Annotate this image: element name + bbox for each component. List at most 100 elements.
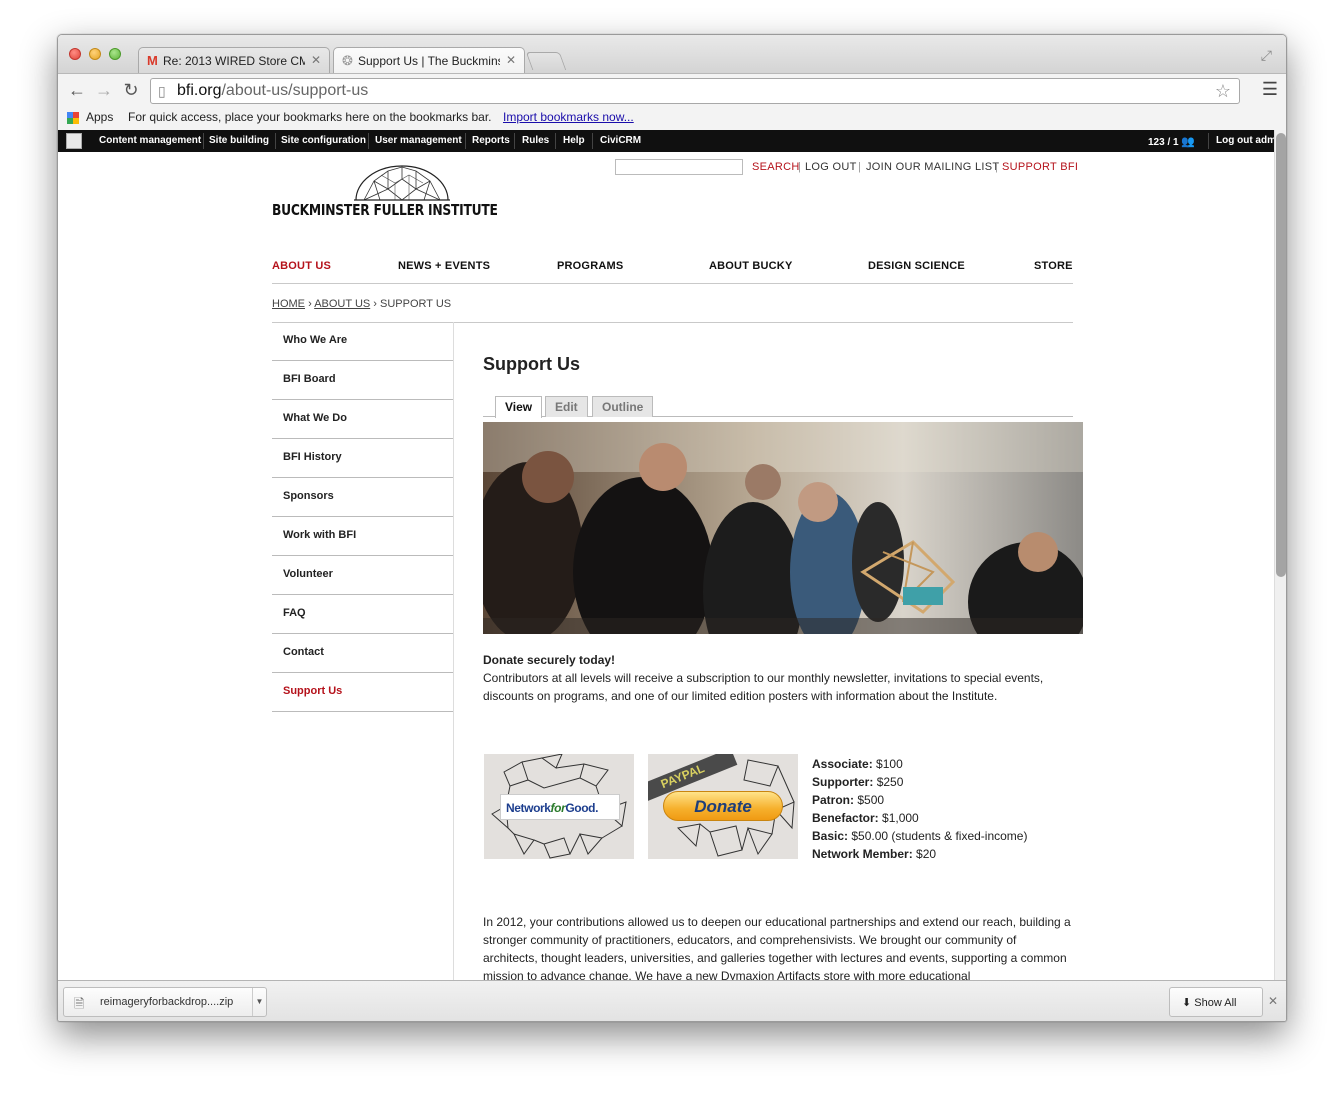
address-bar[interactable]: ▯ bfi.org/about-us/support-us ☆ — [150, 78, 1240, 104]
sidebar-item-bfi-board[interactable]: BFI Board — [272, 361, 454, 400]
users-icon: 👥 — [1181, 136, 1196, 148]
nav-store[interactable]: STORE — [1034, 260, 1073, 272]
level-name: Associate: — [812, 757, 873, 771]
user-count-text: 123 / 1 — [1148, 137, 1179, 148]
level-amount: $1,000 — [882, 811, 919, 825]
paypal-donate-button[interactable]: PAYPAL Donate — [648, 754, 798, 859]
admin-logout[interactable]: Log out adm — [1216, 135, 1276, 146]
import-bookmarks-link[interactable]: Import bookmarks now... — [503, 110, 634, 124]
sidebar-item-support-us[interactable]: Support Us — [272, 673, 454, 712]
sidebar-item-bfi-history[interactable]: BFI History — [272, 439, 454, 478]
close-download-bar-icon[interactable]: ✕ — [1268, 994, 1278, 1008]
sidebar-item-what-we-do[interactable]: What We Do — [272, 400, 454, 439]
search-link[interactable]: SEARCH — [752, 161, 800, 173]
report-paragraph: In 2012, your contributions allowed us t… — [483, 915, 1071, 980]
page-tabs: View Edit Outline — [483, 396, 1073, 418]
network-for-good-button[interactable]: NetworkforGood. — [484, 754, 634, 859]
nav-programs[interactable]: PROGRAMS — [557, 260, 623, 272]
util-separator: | — [995, 161, 998, 173]
donate-heading: Donate securely today! — [483, 653, 616, 667]
level-row: Associate: $100 — [812, 755, 1027, 773]
mailing-list-link[interactable]: JOIN OUR MAILING LIST — [866, 161, 999, 173]
sidebar-item-work-with-bfi[interactable]: Work with BFI — [272, 517, 454, 556]
chevron-down-icon[interactable]: ▼ — [252, 988, 266, 1016]
scrollbar-thumb[interactable] — [1276, 133, 1286, 577]
show-all-label: Show All — [1194, 997, 1237, 1009]
admin-civicrm[interactable]: CiviCRM — [600, 135, 641, 146]
level-name: Network Member: — [812, 847, 913, 861]
nav-news-events[interactable]: NEWS + EVENTS — [398, 260, 490, 272]
event-photo — [483, 422, 1083, 634]
breadcrumb-home[interactable]: HOME — [272, 298, 305, 310]
admin-separator — [203, 133, 204, 149]
nav-about-bucky[interactable]: ABOUT BUCKY — [709, 260, 792, 272]
tab-edit[interactable]: Edit — [545, 396, 588, 417]
back-button[interactable]: ← — [66, 80, 88, 101]
sidebar-item-who-we-are[interactable]: Who We Are — [272, 322, 454, 361]
level-name: Supporter: — [812, 775, 874, 789]
support-bfi-link[interactable]: SUPPORT BFI — [1002, 161, 1078, 173]
level-name: Basic: — [812, 829, 849, 843]
sidebar-item-volunteer[interactable]: Volunteer — [272, 556, 454, 595]
fullscreen-icon[interactable]: ⤢ — [1261, 47, 1272, 64]
level-amount: $20 — [916, 847, 937, 861]
donate-button-label: Donate — [663, 791, 783, 821]
admin-separator — [275, 133, 276, 149]
admin-home-icon[interactable] — [66, 133, 82, 149]
search-input[interactable] — [615, 159, 743, 175]
minimize-window-button[interactable] — [89, 48, 101, 60]
apps-grid-icon[interactable] — [67, 112, 79, 124]
sidebar-item-contact[interactable]: Contact — [272, 634, 454, 673]
show-all-downloads-button[interactable]: ⬇ Show All — [1169, 987, 1263, 1017]
admin-help[interactable]: Help — [563, 135, 585, 146]
download-item[interactable]: 🗎 reimageryforbackdrop....zip ▼ — [63, 987, 267, 1017]
sidebar-nav: Who We Are BFI Board What We Do BFI Hist… — [272, 322, 454, 712]
browser-tab-gmail[interactable]: M Re: 2013 WIRED Store CMS ✕ — [138, 47, 330, 73]
breadcrumb-about-us[interactable]: ABOUT US — [314, 298, 370, 310]
close-tab-icon[interactable]: ✕ — [311, 53, 321, 67]
page-icon: ▯ — [158, 83, 166, 99]
admin-rules[interactable]: Rules — [522, 135, 549, 146]
new-tab-button[interactable] — [525, 52, 567, 70]
logout-link[interactable]: LOG OUT — [805, 161, 857, 173]
reload-button[interactable]: ↻ — [120, 80, 142, 101]
breadcrumb: HOME › ABOUT US › SUPPORT US — [272, 298, 451, 310]
bfi-dome-logo-icon[interactable] — [354, 165, 450, 201]
page-scrollbar[interactable] — [1274, 130, 1286, 980]
level-row: Patron: $500 — [812, 791, 1027, 809]
admin-content-management[interactable]: Content management — [99, 135, 201, 146]
admin-separator — [1208, 133, 1209, 149]
nav-design-science[interactable]: DESIGN SCIENCE — [868, 260, 965, 272]
admin-reports[interactable]: Reports — [472, 135, 510, 146]
sidebar-item-sponsors[interactable]: Sponsors — [272, 478, 454, 517]
sidebar-item-faq[interactable]: FAQ — [272, 595, 454, 634]
tab-view[interactable]: View — [495, 396, 543, 418]
zoom-window-button[interactable] — [109, 48, 121, 60]
tab-outline[interactable]: Outline — [592, 396, 654, 417]
forward-button[interactable]: → — [93, 80, 115, 101]
admin-site-configuration[interactable]: Site configuration — [281, 135, 366, 146]
chrome-menu-icon[interactable]: ☰ — [1262, 79, 1278, 100]
browser-window: M Re: 2013 WIRED Store CMS ✕ ❂ Support U… — [57, 34, 1287, 1022]
admin-site-building[interactable]: Site building — [209, 135, 269, 146]
close-window-button[interactable] — [69, 48, 81, 60]
nav-divider — [272, 283, 1073, 284]
level-amount: $100 — [876, 757, 903, 771]
logo-text[interactable]: BUCKMINSTER FULLER INSTITUTE — [272, 201, 498, 219]
bookmark-star-icon[interactable]: ☆ — [1215, 81, 1231, 102]
nav-about-us[interactable]: ABOUT US — [272, 260, 331, 272]
apps-label[interactable]: Apps — [86, 110, 113, 124]
close-tab-icon[interactable]: ✕ — [506, 53, 516, 67]
donate-intro: Donate securely today! Contributors at a… — [483, 651, 1063, 705]
browser-tab-support-us[interactable]: ❂ Support Us | The Buckminster ✕ — [333, 47, 525, 73]
breadcrumb-separator: › — [373, 298, 377, 310]
level-row: Supporter: $250 — [812, 773, 1027, 791]
bfi-dome-icon: ❂ — [342, 53, 353, 68]
breadcrumb-separator: › — [308, 298, 312, 310]
page-viewport: Content management Site building Site co… — [58, 130, 1286, 980]
level-name: Patron: — [812, 793, 854, 807]
level-row: Basic: $50.00 (students & fixed-income) — [812, 827, 1027, 845]
tab-label: Support Us | The Buckminster — [358, 54, 500, 68]
browser-toolbar: ← → ↻ ▯ bfi.org/about-us/support-us ☆ ☰ — [58, 73, 1286, 107]
admin-user-management[interactable]: User management — [375, 135, 462, 146]
